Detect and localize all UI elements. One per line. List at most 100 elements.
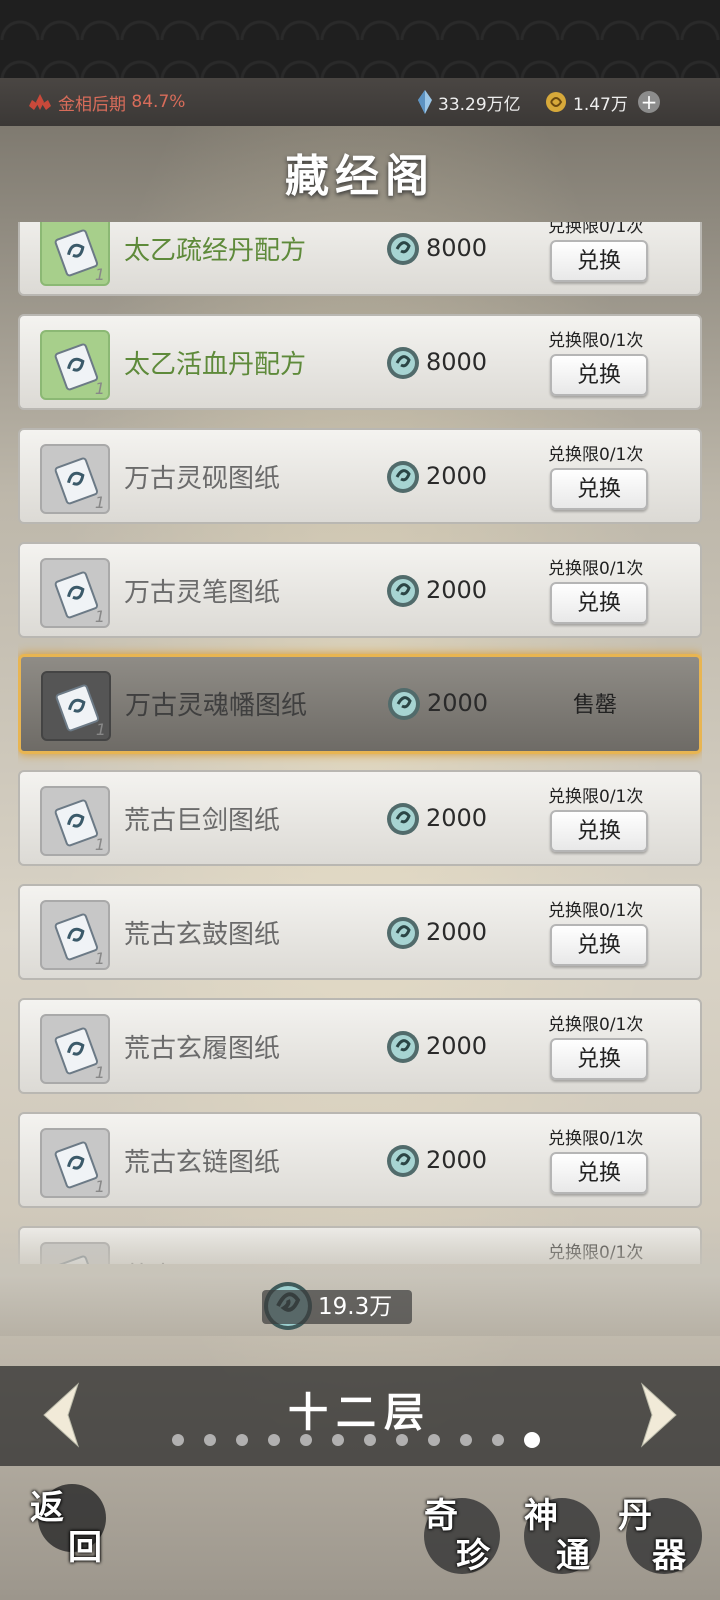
exchange-item-row[interactable]: 1 万古灵砚图纸 2000 兑换限0/1次兑换 — [18, 428, 702, 524]
page-dot[interactable] — [492, 1434, 504, 1446]
exchange-limit: 兑换限0/1次 — [548, 1129, 644, 1149]
exchange-button[interactable]: 兑换 — [550, 1152, 648, 1194]
exchange-item-row[interactable]: 1 荒古玄链图纸 2000 兑换限0/1次兑换 — [18, 1112, 702, 1208]
spirit-stone-resource[interactable]: 33.29万亿 — [418, 90, 521, 115]
item-name: 太乙活血丹配方 — [124, 350, 307, 380]
exchange-item-row[interactable]: 1 万古灵笔图纸 2000 兑换限0/1次 兑换 — [18, 542, 702, 638]
currency-total: 19.3万 — [262, 1290, 412, 1324]
page-dot[interactable] — [172, 1434, 184, 1446]
exchange-limit: 兑换限0/1次 — [548, 901, 644, 921]
item-icon-slot[interactable]: 1 — [40, 444, 110, 514]
item-price: 2000 — [426, 576, 488, 604]
arrow-right-icon[interactable] — [638, 1380, 682, 1450]
sect-coin-icon — [388, 688, 420, 720]
floor-page-dots — [172, 1432, 560, 1448]
page-dot[interactable] — [460, 1434, 472, 1446]
exchange-button[interactable]: 兑换 — [550, 1038, 648, 1080]
top-decoration — [0, 0, 720, 78]
exchange-button[interactable]: 兑换 — [550, 354, 648, 396]
item-quantity: 1 — [94, 1063, 105, 1082]
item-name: 万古灵笔图纸 — [124, 578, 281, 608]
treasure-label-1: 奇 — [424, 1496, 458, 1536]
exchange-limit: 兑换限0/1次 — [548, 787, 644, 807]
exchange-item-row[interactable]: 1 荒古玄履图纸 2000 兑换限0/1次 兑换 — [18, 998, 702, 1094]
realm-progress: 84.7% — [131, 92, 186, 112]
page-dot[interactable] — [332, 1434, 344, 1446]
item-price: 2000 — [426, 918, 488, 946]
exchange-list[interactable]: 1 太乙疏经丹配方 8000 兑换限0/1次 兑换 1 太乙活血丹配方 8000 兑换限0/1次… — [18, 222, 702, 1264]
status-bar: 金相后期 84.7% 33.29万亿 1.47万 + — [0, 78, 720, 126]
item-name: 荒古玄履图纸 — [124, 1034, 281, 1064]
exchange-button[interactable]: 兑换 — [550, 468, 648, 510]
item-name: 万古灵魂幡图纸 — [125, 691, 308, 721]
item-icon-slot[interactable]: 1 — [40, 900, 110, 970]
page-dot[interactable] — [428, 1434, 440, 1446]
item-icon-slot[interactable]: 1 — [40, 222, 110, 286]
sect-coin-icon — [387, 1145, 419, 1177]
page-dot[interactable] — [268, 1434, 280, 1446]
exchange-button[interactable]: 兑换 — [550, 582, 648, 624]
item-quantity: 1 — [94, 379, 105, 398]
page-dot[interactable] — [236, 1434, 248, 1446]
item-icon-slot[interactable]: 1 — [40, 330, 110, 400]
exchange-item-row[interactable]: 1 太乙疏经丹配方 8000 兑换限0/1次兑换 — [18, 222, 702, 296]
item-name: 荒古玄鼓图纸 — [124, 920, 281, 950]
item-name: 太乙疏经丹配方 — [124, 236, 307, 266]
item-price: 2000 — [426, 804, 488, 832]
coin-icon — [546, 92, 566, 112]
sect-coin-icon — [387, 461, 419, 493]
exchange-item-row[interactable]: 1 荒古玄鼓图纸 2000 兑换限0/1次兑换 — [18, 884, 702, 980]
add-icon[interactable]: + — [638, 91, 660, 113]
item-price: 2000 — [426, 462, 488, 490]
exchange-limit: 兑换限0/1次 — [548, 445, 644, 465]
sect-coin-icon — [387, 803, 419, 835]
pill-artifact-button[interactable]: 丹 器 — [618, 1494, 706, 1578]
exchange-item-row[interactable]: 1 荒古巨剑图纸 2000 兑换限0/1次 兑换 — [18, 770, 702, 866]
sect-coin-icon — [387, 575, 419, 607]
pill-label-1: 丹 — [618, 1496, 652, 1536]
realm-indicator[interactable]: 金相后期 84.7% — [28, 90, 185, 115]
page-dot[interactable] — [396, 1434, 408, 1446]
page-dot[interactable] — [300, 1434, 312, 1446]
item-price: 8000 — [426, 348, 488, 376]
item-quantity: 1 — [94, 265, 105, 284]
currency-total-value: 19.3万 — [318, 1294, 393, 1320]
treasure-label-2: 珍 — [456, 1536, 490, 1576]
coin-resource[interactable]: 1.47万 — [545, 90, 628, 115]
skill-label-1: 神 — [524, 1496, 558, 1536]
sold-out-label: 售罄 — [573, 693, 618, 718]
item-icon-slot[interactable]: 1 — [40, 558, 110, 628]
sect-coin-icon — [387, 347, 419, 379]
item-price: 8000 — [426, 234, 488, 262]
item-price: 2000 — [427, 689, 489, 717]
exchange-button[interactable]: 兑换 — [550, 924, 648, 966]
exchange-button[interactable]: 兑换 — [550, 240, 648, 282]
crystal-icon — [418, 90, 432, 114]
item-name: 万古灵砚图纸 — [124, 464, 281, 494]
exchange-button[interactable]: 兑换 — [550, 810, 648, 852]
item-icon-slot[interactable]: 1 — [41, 671, 111, 741]
realm-name: 金相后期 — [58, 94, 126, 115]
page-dot[interactable] — [364, 1434, 376, 1446]
page-title: 藏经阁 — [285, 151, 435, 202]
exchange-limit: 兑换限0/1次 — [548, 222, 644, 237]
back-button[interactable]: 返 回 — [26, 1474, 116, 1570]
page-dot[interactable] — [524, 1432, 540, 1448]
item-icon-slot[interactable]: 1 — [40, 1014, 110, 1084]
item-icon-slot[interactable]: 1 — [40, 1128, 110, 1198]
item-quantity: 1 — [95, 720, 106, 739]
item-price: 2000 — [426, 1146, 488, 1174]
item-quantity: 1 — [94, 949, 105, 968]
item-icon-slot[interactable]: 1 — [40, 786, 110, 856]
treasure-button[interactable]: 奇 珍 — [420, 1494, 504, 1578]
spirit-stone-count: 33.29万亿 — [438, 94, 521, 115]
back-label-2: 回 — [68, 1528, 102, 1568]
item-name: 荒古玄链图纸 — [124, 1148, 281, 1178]
exchange-item-row[interactable]: 1 太乙活血丹配方 8000 兑换限0/1次 兑换 — [18, 314, 702, 410]
item-quantity: 1 — [94, 493, 105, 512]
exchange-item-row[interactable]: 1 万古灵魂幡图纸 2000 售罄 — [18, 654, 702, 754]
sect-coin-icon — [387, 1031, 419, 1063]
skill-button[interactable]: 神 通 — [520, 1494, 604, 1578]
lotus-icon — [29, 94, 51, 110]
page-dot[interactable] — [204, 1434, 216, 1446]
